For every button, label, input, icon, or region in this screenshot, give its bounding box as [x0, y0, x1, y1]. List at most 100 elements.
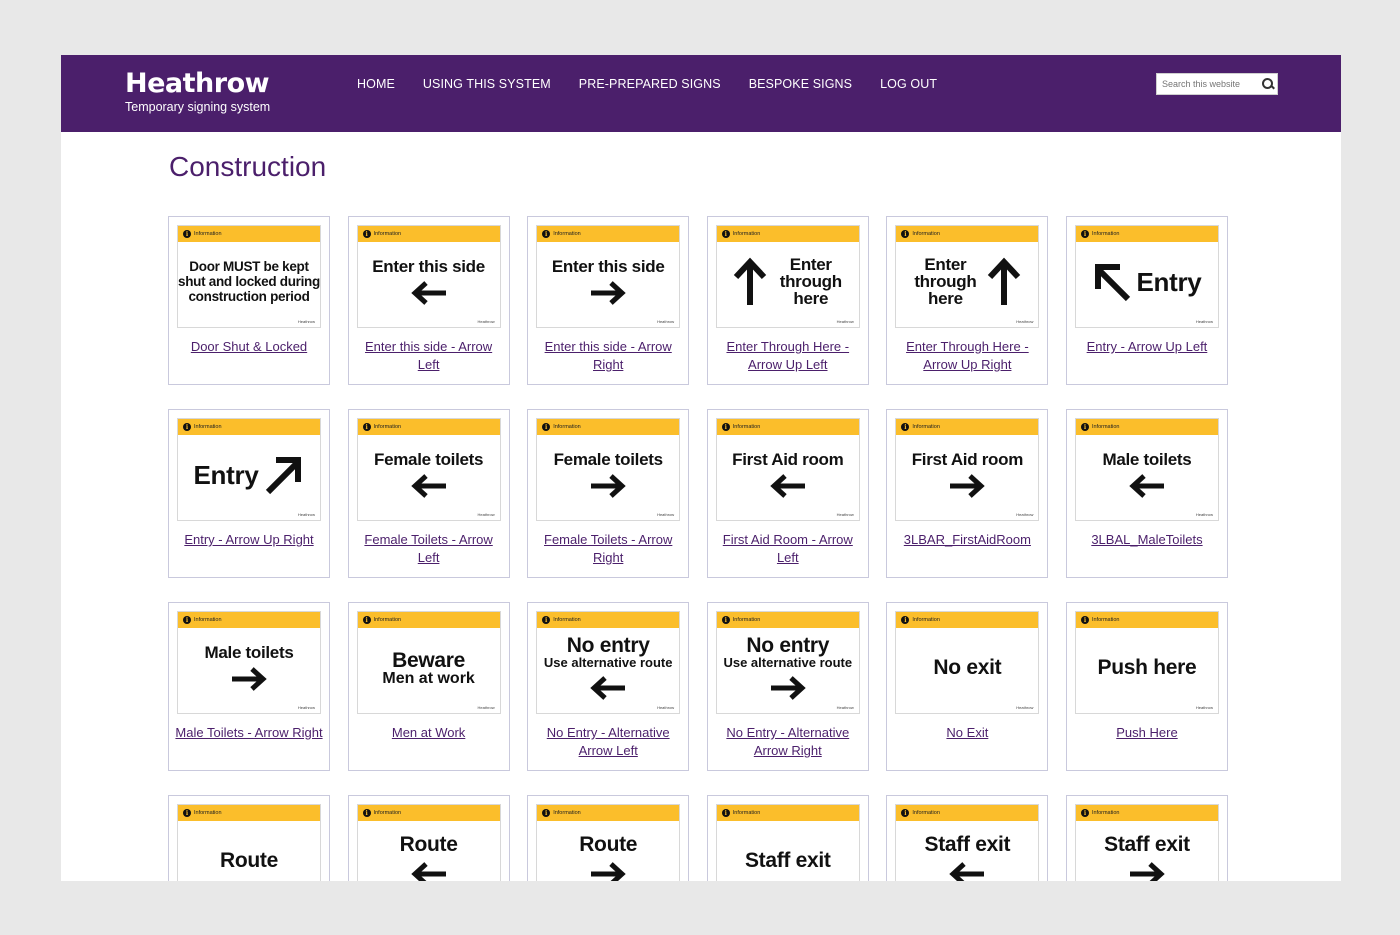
sign-link[interactable]: Female Toilets - Arrow Left	[353, 531, 505, 567]
sign-preview[interactable]: i Information No entry Use alternative rout…	[536, 611, 681, 714]
sign-card[interactable]: i Information Enter through here Heathrow En…	[706, 216, 869, 385]
sign-card[interactable]: i Information Male toilets Heathrow Male Toi…	[168, 602, 330, 771]
sign-card[interactable]: iInformationRouteHeathrow	[347, 795, 510, 881]
sign-info-bar: i Information	[716, 805, 859, 821]
nav-using-this-system[interactable]: USING THIS SYSTEM	[423, 77, 551, 91]
sign-card[interactable]: iInformationStaff exitHeathrow	[706, 795, 869, 881]
sign-link[interactable]: 3LBAR_FirstAidRoom	[891, 531, 1043, 549]
sign-link[interactable]: Enter Through Here - Arrow Up Right	[891, 338, 1043, 374]
sign-card[interactable]: i Information Push here Heathrow Push Here	[1065, 602, 1228, 771]
sign-bar-label: Information	[194, 231, 222, 237]
sign-preview[interactable]: iInformationRouteHeathrow	[177, 804, 321, 881]
search-input[interactable]	[1157, 79, 1257, 89]
nav-home[interactable]: HOME	[357, 77, 395, 91]
sign-preview[interactable]: i Information No exit Heathrow	[895, 611, 1040, 714]
sign-link[interactable]: Door Shut & Locked	[173, 338, 325, 356]
sign-preview[interactable]: iInformationRouteHeathrow	[536, 804, 681, 881]
sign-preview[interactable]: iInformationStaff exitHeathrow	[1074, 804, 1219, 881]
sign-card[interactable]: i Information First Aid room Heathrow First …	[706, 409, 869, 578]
sign-card[interactable]: i Information No entry Use alternative rout…	[706, 602, 869, 771]
sign-bar-label: Information	[553, 810, 581, 816]
sign-link[interactable]: First Aid Room - Arrow Left	[712, 531, 864, 567]
sign-preview[interactable]: i Information Beware Men at work Heathrow	[356, 611, 501, 714]
sign-preview[interactable]: i Information First Aid room Heathrow	[715, 418, 860, 521]
sign-bar-label: Information	[194, 810, 222, 816]
sign-bar-label: Information	[912, 617, 940, 623]
sign-card[interactable]: iInformationRouteHeathrow	[168, 795, 330, 881]
search-box	[1156, 73, 1278, 95]
sign-card[interactable]: i Information Enter this side Heathrow Enter…	[347, 216, 510, 385]
sign-preview[interactable]: i Information Female toilets Heathrow	[356, 418, 501, 521]
search-icon[interactable]	[1257, 74, 1277, 94]
site-logo[interactable]: Heathrow Temporary signing system	[125, 69, 270, 115]
sign-brand: Heathrow	[1016, 705, 1034, 710]
sign-preview[interactable]: i Information Male toilets Heathrow	[177, 611, 321, 714]
info-icon: i	[1080, 809, 1089, 817]
sign-preview[interactable]: iInformationStaff exitHeathrow	[895, 804, 1040, 881]
nav-pre-prepared-signs[interactable]: PRE-PREPARED SIGNS	[579, 77, 721, 91]
sign-card[interactable]: i Information Entry Heathrow Entry - Arrow U…	[168, 409, 330, 578]
sign-bar-label: Information	[553, 424, 581, 430]
sign-card[interactable]: i Information Female toilets Heathrow Female…	[347, 409, 510, 578]
sign-link[interactable]: Men at Work	[353, 724, 505, 742]
sign-brand: Heathrow	[657, 319, 675, 324]
sign-preview[interactable]: i Information Enter this side Heathrow	[356, 225, 501, 328]
sign-link[interactable]: No Entry - Alternative Arrow Left	[532, 724, 684, 760]
sign-preview[interactable]: i Information Enter through here Heathrow	[895, 225, 1040, 328]
sign-preview[interactable]: i Information Female toilets Heathrow	[536, 418, 681, 521]
sign-info-bar: i Information	[716, 612, 859, 628]
sign-card[interactable]: iInformationStaff exitHeathrow	[1065, 795, 1228, 881]
sign-link[interactable]: Female Toilets - Arrow Right	[532, 531, 684, 567]
nav-log-out[interactable]: LOG OUT	[880, 77, 937, 91]
arrow-left-icon	[770, 473, 805, 498]
sign-card[interactable]: i Information Enter this side Heathrow Enter…	[527, 216, 690, 385]
sign-brand: Heathrow	[1195, 512, 1213, 517]
sign-preview[interactable]: i Information Door MUST be kept shut and l…	[177, 225, 321, 328]
sign-card[interactable]: iInformationStaff exitHeathrow	[886, 795, 1049, 881]
sign-text: No entry	[566, 633, 650, 657]
sign-preview[interactable]: i Information No entry Use alternative rout…	[715, 611, 860, 714]
sign-preview[interactable]: i Information Push here Heathrow	[1074, 611, 1219, 714]
sign-link[interactable]: Enter Through Here - Arrow Up Left	[712, 338, 864, 374]
site-header: Heathrow Temporary signing system HOME U…	[61, 55, 1341, 132]
sign-preview[interactable]: iInformationStaff exitHeathrow	[715, 804, 860, 881]
info-icon: i	[362, 616, 371, 624]
sign-link[interactable]: Enter this side - Arrow Right	[532, 338, 684, 374]
sign-bar-label: Information	[1091, 617, 1120, 623]
sign-card[interactable]: i Information Beware Men at work Heathrow Men…	[347, 602, 510, 771]
sign-text: Male toilets	[204, 642, 294, 662]
sign-bar-label: Information	[912, 810, 940, 816]
sign-link[interactable]: Enter this side - Arrow Left	[353, 338, 505, 374]
sign-link[interactable]: Push Here	[1071, 724, 1223, 742]
sign-card[interactable]: i Information Female toilets Heathrow Female…	[527, 409, 690, 578]
sign-card[interactable]: i Information Enter through here Heathrow En…	[886, 216, 1049, 385]
sign-link[interactable]: No Entry - Alternative Arrow Right	[712, 724, 864, 760]
sign-preview[interactable]: i Information Enter through here Heathrow	[715, 225, 860, 328]
sign-preview[interactable]: i Information Entry Heathrow	[1074, 225, 1219, 328]
sign-card[interactable]: i Information Entry Heathrow Entry - Arrow U…	[1065, 216, 1228, 385]
sign-text: No entry	[746, 633, 830, 657]
sign-preview[interactable]: i Information First Aid room Heathrow	[895, 418, 1040, 521]
sign-link[interactable]: Entry - Arrow Up Left	[1071, 338, 1223, 356]
sign-body: Enter through here	[896, 242, 1038, 321]
sign-bar-label: Information	[732, 231, 761, 237]
sign-card[interactable]: iInformationRouteHeathrow	[527, 795, 690, 881]
sign-link[interactable]: Male Toilets - Arrow Right	[173, 724, 325, 742]
sign-link[interactable]: Entry - Arrow Up Right	[173, 531, 325, 549]
sign-bar-label: Information	[373, 231, 402, 237]
nav-bespoke-signs[interactable]: BESPOKE SIGNS	[749, 77, 852, 91]
sign-info-bar: i Information	[896, 226, 1039, 242]
sign-info-bar: i Information	[896, 419, 1039, 435]
arrow-left-icon	[949, 862, 985, 881]
sign-link[interactable]: 3LBAL_MaleToilets	[1071, 531, 1223, 549]
sign-card[interactable]: i Information Door MUST be kept shut and l…	[168, 216, 330, 385]
sign-preview[interactable]: i Information Enter this side Heathrow	[536, 225, 681, 328]
sign-preview[interactable]: i Information Entry Heathrow	[177, 418, 321, 521]
sign-preview[interactable]: iInformationRouteHeathrow	[356, 804, 501, 881]
sign-card[interactable]: i Information No entry Use alternative rout…	[527, 602, 690, 771]
sign-card[interactable]: i Information No exit Heathrow No Exit	[886, 602, 1049, 771]
sign-link[interactable]: No Exit	[891, 724, 1043, 742]
sign-card[interactable]: i Information First Aid room Heathrow 3LBAR_…	[886, 409, 1049, 578]
sign-preview[interactable]: i Information Male toilets Heathrow	[1074, 418, 1219, 521]
sign-card[interactable]: i Information Male toilets Heathrow 3LBAL_Ma…	[1065, 409, 1228, 578]
